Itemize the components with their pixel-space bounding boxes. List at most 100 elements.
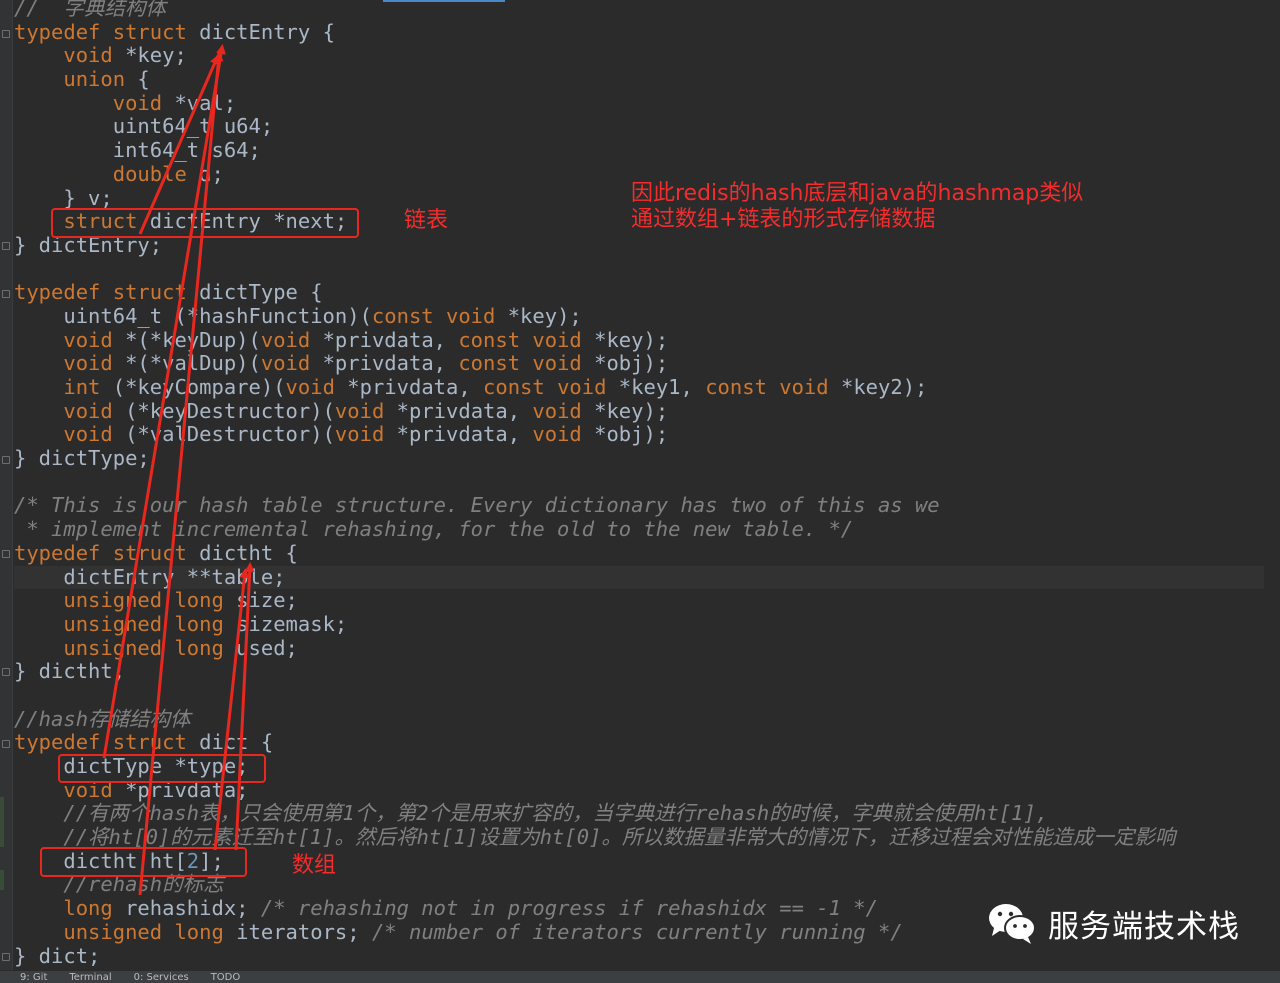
code-token: } dictType; (14, 446, 150, 471)
status-bar-item[interactable]: 9: Git (20, 972, 47, 983)
code-token: dictEntry *next; (137, 209, 348, 234)
code-line[interactable]: double d; (14, 161, 1264, 187)
code-line[interactable]: typedef struct dictEntry { (14, 19, 1264, 45)
keyword-token: struct (112, 730, 187, 755)
comment-token: /* number of iterators currently running… (371, 919, 903, 944)
code-line[interactable]: uint64_t u64; (14, 115, 1264, 139)
code-line[interactable]: void (*valDestructor)(void *privdata, vo… (14, 423, 1264, 447)
code-line[interactable] (14, 471, 1264, 495)
code-token: } v; (14, 185, 113, 210)
code-line[interactable]: dictht ht[2]; (14, 849, 1264, 874)
code-line[interactable]: * implement incremental rehashing, for t… (14, 517, 1264, 542)
code-token: *privdata, (310, 351, 459, 376)
code-line[interactable]: //将ht[0]的元素迁至ht[1]。然后将ht[1]设置为ht[0]。所以数据… (14, 825, 1264, 850)
vcs-change-marker (0, 870, 4, 890)
code-line[interactable]: } dict; (14, 944, 1264, 969)
keyword-token: void (285, 375, 335, 399)
code-line[interactable]: typedef struct dictht { (14, 540, 1264, 566)
code-line[interactable]: void *(*keyDup)(void *privdata, const vo… (14, 327, 1264, 353)
code-line[interactable]: } dictEntry; (14, 233, 1264, 258)
keyword-token: void (112, 90, 163, 115)
keyword-token: union (63, 67, 126, 92)
keyword-token: void (63, 422, 113, 447)
fold-marker-icon[interactable] (2, 242, 10, 250)
code-line[interactable]: uint64_t (*hashFunction)(const void *key… (14, 303, 1264, 329)
keyword-token: typedef (14, 730, 101, 755)
keyword-token: unsigned (63, 635, 163, 660)
code-token: *key1, (606, 375, 706, 399)
code-token: dictType { (186, 280, 323, 305)
code-line[interactable]: typedef struct dictType { (14, 280, 1264, 305)
comment-token: /* This is our hash table structure. Eve… (14, 493, 940, 518)
code-line[interactable]: dictEntry **table; (14, 565, 1264, 590)
fold-marker-icon[interactable] (2, 290, 10, 298)
code-token: *(*keyDup)( (112, 327, 261, 352)
code-line[interactable]: unsigned long sizemask; (14, 611, 1264, 637)
code-line[interactable]: dictType *type; (14, 754, 1264, 779)
code-line[interactable]: unsigned long used; (14, 635, 1264, 661)
code-editor[interactable]: // 字典结构体 typedef struct dictEntry { void … (14, 0, 1264, 968)
code-line[interactable]: } dictht; (14, 659, 1264, 684)
keyword-token: typedef (14, 280, 101, 305)
keyword-token: unsigned (63, 919, 163, 944)
keyword-token: const (458, 327, 521, 352)
code-token: *key2); (828, 375, 928, 399)
code-line[interactable]: //rehash的标志 (14, 873, 1264, 897)
comment-token: //将ht[0]的元素迁至ht[1]。然后将ht[1]设置为ht[0]。所以数据… (14, 825, 1176, 850)
code-token: uint64_t u64; (14, 114, 274, 139)
status-bar-item[interactable]: Terminal (69, 972, 111, 983)
code-token: uint64_t (*hashFunction)( (14, 303, 372, 328)
fold-marker-icon[interactable] (2, 550, 10, 558)
code-token: (*keyCompare)( (100, 375, 286, 399)
code-token: dictType *type; (14, 754, 249, 778)
fold-marker-icon[interactable] (2, 30, 10, 38)
code-token: used; (223, 635, 298, 660)
code-line[interactable]: void *val; (14, 90, 1264, 116)
code-line[interactable]: //有两个hash表，只会使用第1个，第2个是用来扩容的，当字典进行rehash… (14, 802, 1264, 826)
code-line[interactable]: void *privdata; (14, 778, 1264, 803)
code-token: d; (186, 161, 224, 186)
code-line[interactable]: struct dictEntry *next; (14, 209, 1264, 234)
code-line[interactable]: } v; (14, 185, 1264, 211)
keyword-token: const (371, 303, 434, 328)
code-token: *key); (581, 327, 669, 352)
code-line[interactable]: typedef struct dict { (14, 730, 1264, 755)
keyword-token: void (260, 351, 311, 376)
fold-marker-icon[interactable] (2, 668, 10, 676)
code-token: (*keyDestructor)( (112, 398, 335, 423)
code-line[interactable]: void *(*valDup)(void *privdata, const vo… (14, 351, 1264, 376)
status-bar-item[interactable]: TODO (211, 972, 241, 983)
keyword-token: void (779, 375, 829, 399)
code-line[interactable]: union { (14, 67, 1264, 92)
code-line[interactable]: void *key; (14, 44, 1264, 68)
status-bar-item[interactable]: 0: Services (134, 972, 189, 983)
code-line[interactable]: unsigned long size; (14, 588, 1264, 613)
fold-marker-icon[interactable] (2, 740, 10, 748)
wechat-icon (989, 904, 1036, 944)
code-line[interactable]: int64_t s64; (14, 138, 1264, 163)
keyword-token: long (174, 919, 224, 944)
code-line[interactable]: } dictType; (14, 446, 1264, 471)
code-line[interactable]: /* This is our hash table structure. Eve… (14, 494, 1264, 518)
code-line[interactable] (14, 684, 1264, 708)
fold-marker-icon[interactable] (2, 456, 10, 464)
keyword-token: struct (112, 19, 187, 44)
keyword-token: double (112, 161, 187, 186)
keyword-token: void (532, 422, 582, 447)
fold-marker-icon[interactable] (2, 953, 10, 961)
code-line[interactable]: //hash存储结构体 (14, 707, 1264, 732)
keyword-token: void (63, 398, 113, 423)
code-line[interactable]: int (*keyCompare)(void *privdata, const … (14, 375, 1264, 400)
code-line[interactable] (14, 258, 1264, 282)
code-token: dictht { (186, 540, 298, 565)
comment-token: * implement incremental rehashing, for t… (14, 517, 854, 542)
code-line[interactable]: void (*keyDestructor)(void *privdata, vo… (14, 398, 1264, 424)
code-line[interactable]: // 字典结构体 (14, 0, 1264, 21)
code-token: sizemask; (223, 611, 348, 636)
